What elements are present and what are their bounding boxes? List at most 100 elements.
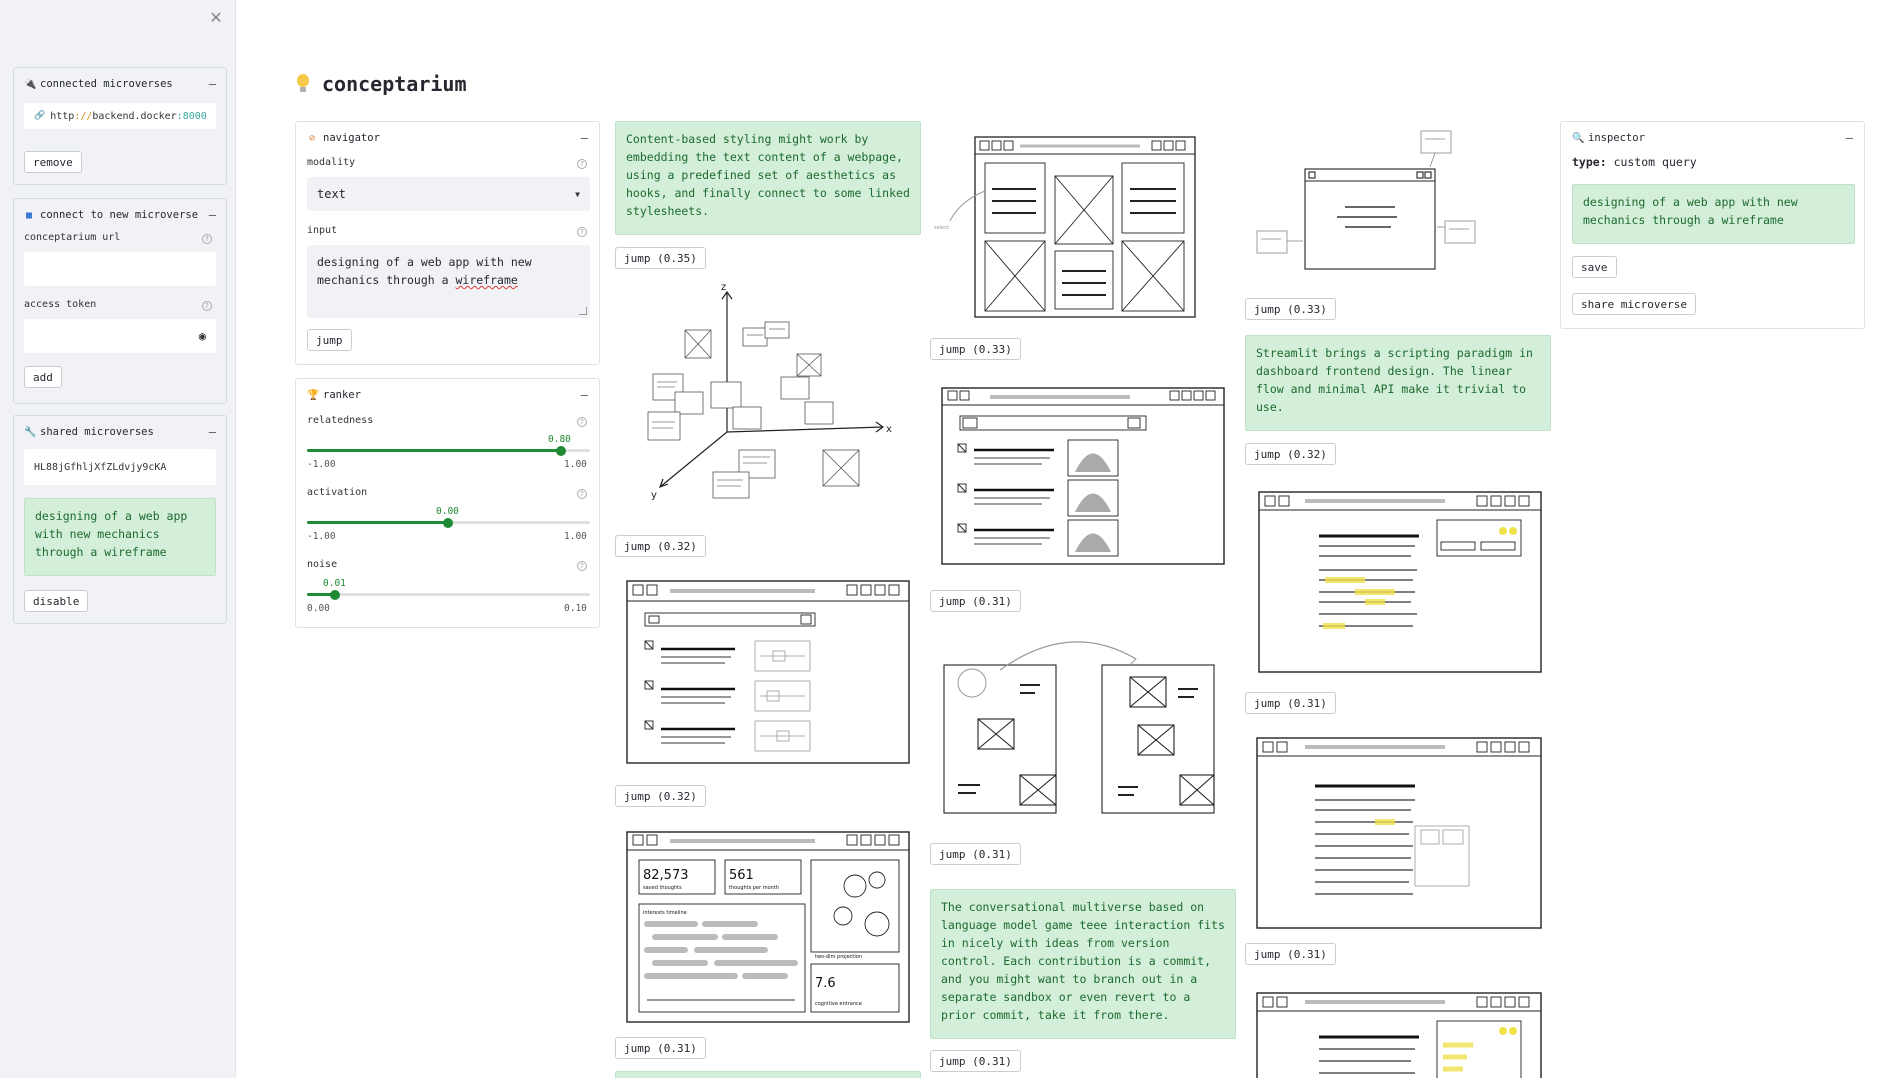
trophy-icon: 🏆 (307, 389, 320, 401)
share-microverse-button[interactable]: share microverse (1572, 293, 1696, 315)
type-value: custom query (1613, 155, 1697, 169)
help-icon[interactable]: ? (202, 234, 212, 244)
card-title: connect to new microverse (40, 209, 199, 221)
type-line: type: custom query (1572, 155, 1697, 169)
jump-button[interactable]: jump (0.31) (615, 1037, 706, 1059)
connect-new-card: ■ connect to new microverse – conceptari… (13, 198, 227, 404)
navigator-panel: ⊘ navigator – modality ? text ▼ input ? … (295, 121, 600, 365)
slider-thumb[interactable] (443, 518, 453, 528)
slider-track[interactable] (307, 593, 590, 596)
link-icon: 🔗 (34, 111, 46, 121)
slider-label: noise (307, 559, 338, 570)
ranker-header[interactable]: 🏆 ranker – (307, 388, 588, 402)
panel-title: ranker (323, 389, 361, 401)
jump-button[interactable]: jump (0.33) (930, 338, 1021, 360)
collapse-icon[interactable]: – (209, 425, 216, 439)
input-label: input (307, 225, 338, 236)
card-title: connected microverses (40, 78, 173, 90)
slider-value: 0.00 (436, 506, 459, 517)
help-icon[interactable]: ? (577, 417, 587, 427)
result-image-highlight[interactable] (1245, 730, 1551, 935)
wireframe-sketch: select (934, 136, 1196, 318)
slider-max: 1.00 (564, 531, 587, 542)
slider-label: relatedness (307, 415, 374, 426)
jump-button[interactable]: jump (0.31) (1245, 692, 1336, 714)
result-image-highlight[interactable] (1245, 480, 1551, 680)
input-textarea[interactable]: designing of a web app with new mechanic… (307, 245, 590, 318)
add-button[interactable]: add (24, 366, 62, 388)
save-button[interactable]: save (1572, 256, 1617, 278)
type-label: type: (1572, 155, 1607, 169)
resize-handle[interactable] (579, 307, 587, 315)
jump-button[interactable]: jump (0.33) (1245, 298, 1336, 320)
slider-thumb[interactable] (330, 590, 340, 600)
highlight-sketch (1256, 737, 1542, 929)
collapse-icon[interactable]: – (209, 77, 216, 91)
svg-text:select: select (934, 225, 949, 231)
slider-thumb[interactable] (556, 446, 566, 456)
connected-microverses-header[interactable]: 🔌 connected microverses – (24, 77, 216, 91)
slider-fill (307, 521, 449, 524)
result-image-wireframe[interactable]: select (930, 121, 1236, 326)
url-scheme: http (50, 110, 75, 122)
result-image-wireframe[interactable] (930, 380, 1236, 570)
result-image-dashboard[interactable]: 82,573 saved thoughts 561 thoughts per m… (615, 822, 921, 1032)
result-image-flow[interactable] (1245, 121, 1493, 291)
inspector-query: designing of a web app with new mechanic… (1572, 184, 1855, 244)
dash-stat2: 561 (729, 868, 754, 883)
plug-icon: 🔌 (24, 78, 37, 90)
jump-button[interactable]: jump (0.31) (930, 843, 1021, 865)
collapse-icon[interactable]: – (581, 388, 588, 402)
jump-button[interactable]: jump (0.32) (615, 535, 706, 557)
input-text-misspelled: wireframe (455, 273, 518, 287)
lightbulb-icon (296, 74, 310, 94)
access-token-input[interactable]: ◉ (24, 319, 216, 353)
jump-button[interactable]: jump (0.32) (1245, 443, 1336, 465)
highlight-sketch (1256, 992, 1542, 1078)
dash-stat3: 7.6 (815, 976, 836, 991)
help-icon[interactable]: ? (577, 561, 587, 571)
remove-button[interactable]: remove (24, 151, 82, 173)
shared-token: HL88jGfhljXfZLdvjy9cKA (24, 449, 216, 485)
jump-button[interactable]: jump (0.32) (615, 785, 706, 807)
result-image-wireframe[interactable] (615, 571, 921, 771)
help-icon[interactable]: ? (577, 489, 587, 499)
panel-title: inspector (1588, 132, 1645, 144)
panel-title: navigator (323, 132, 380, 144)
disable-button[interactable]: disable (24, 590, 89, 612)
slider-label: activation (307, 487, 368, 498)
help-icon[interactable]: ? (202, 301, 212, 311)
close-icon[interactable]: ✕ (207, 9, 225, 27)
result-image-branching[interactable] (930, 625, 1236, 825)
page-title: conceptarium (296, 72, 467, 96)
connect-new-header[interactable]: ■ connect to new microverse – (24, 208, 216, 222)
jump-button[interactable]: jump (0.35) (615, 247, 706, 269)
inspector-header[interactable]: 🔍 inspector – (1572, 131, 1853, 145)
url-host: backend.docker (92, 110, 177, 122)
shared-microverses-header[interactable]: 🔧 shared microverses – (24, 425, 216, 439)
modality-select[interactable]: text ▼ (307, 177, 590, 211)
svg-text:x: x (886, 424, 892, 435)
navigator-header[interactable]: ⊘ navigator – (307, 131, 588, 145)
slider-value: 0.80 (548, 434, 571, 445)
slider-min: -1.00 (307, 531, 336, 542)
connected-microverses-card: 🔌 connected microverses – 🔗 http://backe… (13, 67, 227, 185)
collapse-icon[interactable]: – (1846, 131, 1853, 145)
result-image-highlight[interactable] (1245, 985, 1551, 1078)
jump-button[interactable]: jump (0.31) (930, 1050, 1021, 1072)
jump-button[interactable]: jump (0.31) (1245, 943, 1336, 965)
help-icon[interactable]: ? (577, 159, 587, 169)
dash-stat2-caption: thoughts per month (729, 885, 779, 891)
result-image-3d-scatter[interactable]: z x y (615, 282, 921, 522)
magnifier-icon: 🔍 (1572, 132, 1585, 144)
collapse-icon[interactable]: – (209, 208, 216, 222)
collapse-icon[interactable]: – (581, 131, 588, 145)
help-icon[interactable]: ? (577, 227, 587, 237)
jump-button[interactable]: jump (307, 329, 352, 351)
eye-icon[interactable]: ◉ (199, 329, 206, 343)
scatter-sketch: z x y (647, 282, 892, 501)
microverse-url-chip: 🔗 http://backend.docker:8000 (24, 103, 216, 129)
jump-button[interactable]: jump (0.31) (930, 590, 1021, 612)
conceptarium-url-input[interactable] (24, 252, 216, 286)
svg-text:z: z (721, 282, 726, 293)
